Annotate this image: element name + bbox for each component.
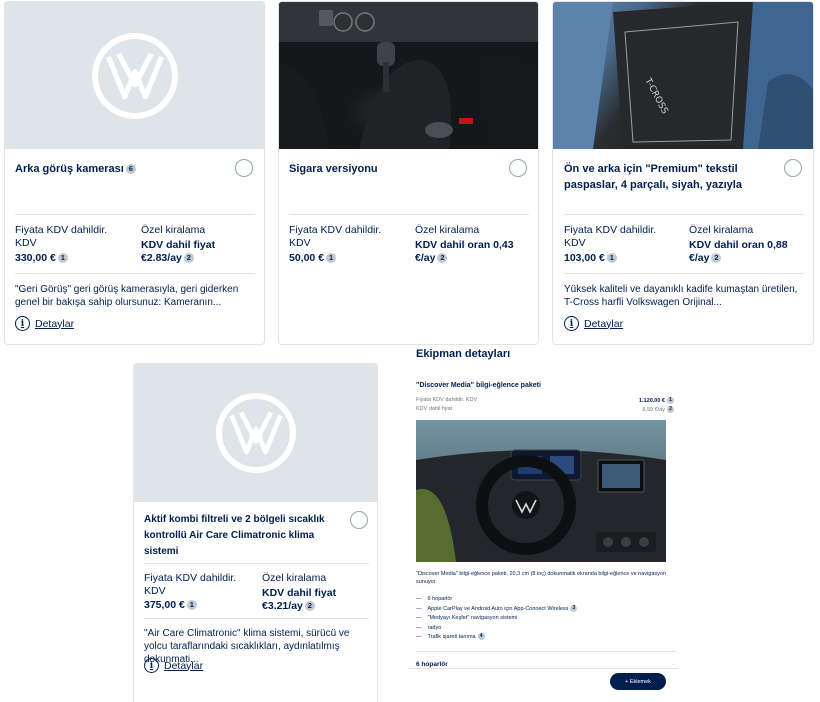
- footnote-badge[interactable]: 6: [125, 164, 136, 174]
- price-label: Fiyata KDV dahildir. KDV: [15, 224, 108, 249]
- card-description: Yüksek kaliteli ve dayanıklı kadife kuma…: [564, 284, 798, 308]
- floor-mat-photo: T-CROSS: [553, 2, 813, 149]
- price-label: Fiyata KDV dahildir. KDV: [564, 224, 657, 249]
- info-icon: i: [144, 658, 159, 673]
- details-link[interactable]: i Detaylar: [564, 316, 623, 331]
- panel-price-row: Fiyata KDV dahildir. KDV 1.120,00 €1: [416, 397, 674, 404]
- select-checkbox[interactable]: [509, 159, 527, 177]
- equipment-card-climatronic[interactable]: Aktif kombi filtreli ve 2 bölgeli sıcakl…: [133, 363, 378, 702]
- price-label: Fiyata KDV dahildir. KDV: [144, 572, 237, 597]
- details-link[interactable]: i Detaylar: [144, 658, 203, 673]
- card-title: Aktif kombi filtreli ve 2 bölgeli sıcakl…: [144, 514, 325, 557]
- lease-value: KDV dahil fiyat €3.21/ay 2: [262, 587, 337, 612]
- list-item: Apple CarPlay ve Android Auto için App-C…: [416, 604, 578, 615]
- footnote-badge[interactable]: 2: [711, 253, 722, 263]
- cockpit-photo: [416, 420, 666, 562]
- footnote-badge[interactable]: 2: [437, 253, 448, 263]
- price-value: 50,00 €1: [289, 252, 337, 265]
- divider: [144, 563, 369, 564]
- price-value: 103,00 €1: [564, 252, 617, 265]
- divider: [564, 214, 804, 215]
- divider: [408, 668, 678, 669]
- select-checkbox[interactable]: [350, 511, 368, 529]
- lease-value: KDV dahil oran 0,43 €/ay 2: [415, 239, 514, 264]
- card-title: Ön ve arka için "Premium" tekstil paspas…: [564, 163, 742, 191]
- card-image-placeholder: [134, 364, 377, 502]
- add-button[interactable]: + Eklemek: [610, 673, 666, 690]
- select-checkbox[interactable]: [235, 159, 253, 177]
- panel-lease-row: KDV dahil fiyat 9,59 €/ay 2: [416, 406, 674, 413]
- equipment-card-floor-mats[interactable]: T-CROSS Ön ve arka için "Premium" teksti…: [552, 1, 814, 345]
- card-title: Sigara versiyonu: [289, 163, 378, 175]
- info-icon: i: [15, 316, 30, 331]
- vw-logo-icon: [215, 393, 296, 473]
- list-item: 6 hoparlör: [416, 595, 577, 605]
- gear-shift-photo: [279, 2, 538, 149]
- floor-mat-illustration: T-CROSS: [553, 2, 813, 149]
- info-icon: i: [564, 316, 579, 331]
- footnote-badge[interactable]: 1: [57, 253, 68, 263]
- divider: [15, 273, 255, 274]
- gear-shift-illustration: [279, 2, 538, 149]
- divider: [564, 273, 804, 274]
- price-value: 375,00 €1: [144, 599, 197, 612]
- lease-label: Özel kiralama: [262, 572, 327, 584]
- panel-caption: "Discover Media" bilgi-eğlence paketi, 2…: [416, 571, 667, 585]
- divider: [289, 214, 529, 215]
- footnote-badge[interactable]: 4: [477, 633, 485, 641]
- price-value: 330,00 €1: [15, 252, 68, 265]
- footnote-badge[interactable]: 1: [326, 253, 337, 263]
- footnote-badge[interactable]: 1: [667, 397, 674, 404]
- card-description: "Geri Görüş" geri görüş kamerasıyla, ger…: [15, 284, 239, 308]
- feature-list: 6 hoparlör Apple CarPlay ve Android Auto…: [416, 595, 578, 643]
- panel-sub-heading: 6 hoparlör: [416, 661, 448, 668]
- footnote-badge[interactable]: 1: [606, 253, 617, 263]
- details-link[interactable]: i Detaylar: [15, 316, 74, 331]
- equipment-card-rear-camera[interactable]: Arka görüş kamerası 6 Fiyata KDV dahildir…: [4, 1, 265, 345]
- vw-logo-icon: [91, 32, 178, 119]
- list-item: "Medyayı Keşfet" navigasyon sistemi: [416, 614, 577, 624]
- price-label: Fiyata KDV dahildir. KDV: [289, 224, 382, 249]
- equipment-card-smoker-version[interactable]: Sigara versiyonu Fiyata KDV dahildir. KD…: [278, 1, 539, 345]
- lease-label: Özel kiralama: [415, 224, 480, 236]
- panel-heading: Ekipman detayları: [416, 348, 511, 360]
- divider: [15, 214, 255, 215]
- footnote-badge[interactable]: 3: [570, 604, 578, 612]
- equipment-details-panel: Ekipman detayları "Discover Media" bilgi…: [408, 345, 678, 702]
- cockpit-illustration: [416, 420, 666, 562]
- card-image-placeholder: [5, 2, 264, 149]
- select-checkbox[interactable]: [784, 159, 802, 177]
- list-item: radyo: [416, 624, 577, 634]
- panel-item-title: "Discover Media" bilgi-eğlence paketi: [416, 382, 541, 389]
- footnote-badge[interactable]: 2: [304, 601, 315, 611]
- footnote-badge[interactable]: 2: [183, 253, 194, 263]
- footnote-badge[interactable]: 2: [667, 406, 674, 413]
- lease-value: KDV dahil oran 0,88 €/ay 2: [689, 239, 788, 264]
- list-item: Trafik işareti tanıma4: [416, 633, 577, 643]
- divider: [144, 618, 369, 619]
- lease-label: Özel kiralama: [689, 224, 754, 236]
- card-title: Arka görüş kamerası 6: [15, 161, 225, 177]
- lease-value: KDV dahil fiyat €2.83/ay 2: [141, 239, 216, 264]
- divider: [416, 651, 676, 652]
- lease-label: Özel kiralama: [141, 224, 206, 236]
- footnote-badge[interactable]: 1: [186, 600, 197, 610]
